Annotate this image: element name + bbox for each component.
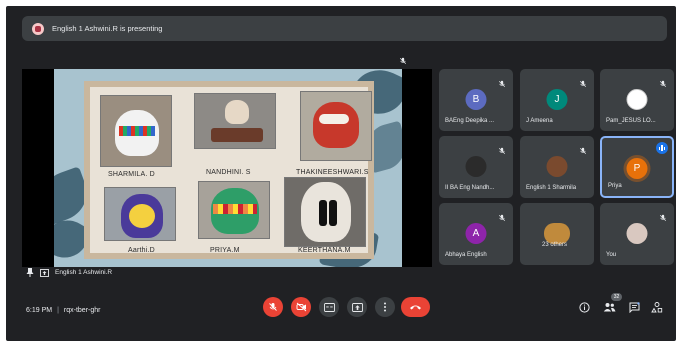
chat-button[interactable] <box>627 300 641 314</box>
mic-off-icon <box>269 303 277 311</box>
avatar-initial: P <box>633 163 641 174</box>
avatar-initial: J <box>554 94 560 105</box>
meeting-code[interactable]: rqx-tber-ghr <box>64 307 101 314</box>
meet-window: English 1 Ashwini.R is presenting SHARMI… <box>6 6 676 341</box>
participant-avatar <box>626 89 648 110</box>
presenting-text: English 1 Ashwini.R is presenting <box>52 24 163 33</box>
participant-name: You <box>606 252 617 258</box>
avatar-initial: A <box>472 228 480 239</box>
pot-photo <box>100 95 172 167</box>
mic-off-icon <box>659 209 667 222</box>
present-now-button[interactable] <box>347 297 367 317</box>
presenter-avatar <box>32 22 44 35</box>
mic-off-icon <box>498 75 506 88</box>
pot-photo <box>104 187 176 241</box>
mic-off-icon <box>498 142 506 155</box>
pot-photo <box>198 181 270 239</box>
participant-name: II BA Eng Nandh... <box>445 185 495 191</box>
photo-caption: Aarthi.D <box>128 247 155 254</box>
avatar-initial: B <box>472 94 480 105</box>
mic-off-icon <box>498 209 506 222</box>
mic-off-icon <box>579 75 587 88</box>
pot-photo <box>284 177 366 247</box>
participant-count-badge: 32 <box>611 293 622 301</box>
participant-tile[interactable]: P Priya <box>600 136 674 198</box>
participant-name: 23 others <box>542 242 568 248</box>
more-options-button[interactable] <box>375 297 395 317</box>
participant-tile[interactable]: B BAEng Deepika ... <box>439 69 513 131</box>
present-screen-icon <box>351 302 363 312</box>
speaking-indicator-icon <box>656 142 668 154</box>
pot-photo <box>194 93 276 149</box>
photo-board: SHARMILA. D NANDHINI. S THAKINEESHWARI.S <box>84 81 374 259</box>
hang-up-icon <box>410 305 421 310</box>
meeting-details-button[interactable] <box>577 300 591 314</box>
meeting-info: 6:19 PM | rqx-tber-ghr <box>26 307 101 314</box>
participant-avatar <box>544 223 570 244</box>
participant-name: J Ameena <box>526 118 553 124</box>
photo-caption: PRIYA.M <box>210 247 240 254</box>
participant-avatar: B <box>465 89 487 110</box>
people-icon <box>603 303 615 312</box>
participant-avatar <box>546 156 568 177</box>
participant-tile[interactable]: English 1 Sharmila <box>520 136 594 198</box>
captions-button[interactable] <box>319 297 339 317</box>
photo-caption: NANDHINI. S <box>206 169 251 176</box>
participant-avatar: J <box>546 89 568 110</box>
camera-toggle-button[interactable] <box>291 297 311 317</box>
participant-tile[interactable]: 23 others <box>520 203 594 265</box>
show-everyone-button[interactable] <box>602 300 616 314</box>
presenter-label: English 1 Ashwini.R <box>26 268 112 277</box>
leave-call-button[interactable] <box>401 297 430 317</box>
participant-tile[interactable]: J J Ameena <box>520 69 594 131</box>
microphone-toggle-button[interactable] <box>263 297 283 317</box>
participant-name: Priya <box>608 183 622 189</box>
camera-off-icon <box>296 302 306 312</box>
participant-name: English 1 Sharmila <box>526 185 577 191</box>
mic-off-icon <box>399 57 407 65</box>
presentation-stage[interactable]: SHARMILA. D NANDHINI. S THAKINEESHWARI.S <box>22 69 432 267</box>
participant-avatar: P <box>626 158 648 179</box>
participant-tile[interactable]: A Abhaya English <box>439 203 513 265</box>
participant-avatar <box>465 156 487 177</box>
clock-time: 6:19 PM <box>26 307 53 314</box>
mic-off-icon <box>659 75 667 88</box>
mic-off-icon <box>579 142 587 155</box>
participant-avatar: A <box>465 223 487 244</box>
activities-icon <box>651 301 663 312</box>
pot-photo <box>300 91 372 161</box>
participant-tile[interactable]: II BA Eng Nandh... <box>439 136 513 198</box>
participant-tile[interactable]: Pam_JESUS LO... <box>600 69 674 131</box>
pin-icon[interactable] <box>26 268 34 277</box>
present-screen-icon <box>40 268 49 277</box>
participant-avatar <box>626 223 648 244</box>
presenter-name: English 1 Ashwini.R <box>55 269 113 276</box>
info-icon <box>578 301 590 313</box>
more-vert-icon <box>384 302 386 312</box>
participant-name: BAEng Deepika ... <box>445 118 495 124</box>
participant-name: Abhaya English <box>445 252 487 258</box>
participant-tile[interactable]: You <box>600 203 674 265</box>
presenting-banner: English 1 Ashwini.R is presenting <box>22 16 667 41</box>
shared-slide: SHARMILA. D NANDHINI. S THAKINEESHWARI.S <box>54 69 402 267</box>
photo-caption: THAKINEESHWARI.S <box>296 169 369 176</box>
photo-caption: KEERTHANA.M <box>298 247 351 254</box>
photo-caption: SHARMILA. D <box>108 171 155 178</box>
closed-captions-icon <box>323 302 335 312</box>
activities-button[interactable] <box>650 300 664 314</box>
chat-icon <box>629 301 640 313</box>
participant-name: Pam_JESUS LO... <box>606 118 656 124</box>
